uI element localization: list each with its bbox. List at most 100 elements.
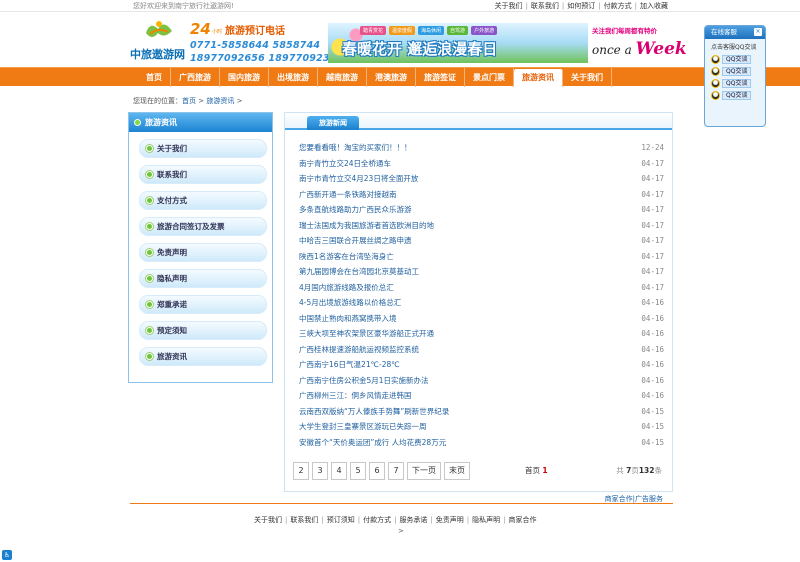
- news-item[interactable]: 瑞士法国成为我国旅游者首选欧洲目的地 04-17: [299, 218, 664, 234]
- footer-link-payment[interactable]: 付款方式: [363, 516, 391, 524]
- news-title-link[interactable]: 4月国内旅游线路及报价总汇: [299, 280, 394, 296]
- qq-contact-item[interactable]: QQ交谈: [711, 91, 765, 100]
- top-link-payment[interactable]: 付款方式: [604, 2, 632, 10]
- breadcrumb-home[interactable]: 首页: [182, 97, 196, 105]
- news-item[interactable]: 广西南宁16日气温21℃-28℃ 04-16: [299, 357, 664, 373]
- nav-item-guangxi[interactable]: 广西旅游: [171, 68, 220, 87]
- sidebar-item-promise[interactable]: 郑重承诺: [139, 295, 267, 314]
- news-title-link[interactable]: 中国禁止熟肉和燕窝携带入境: [299, 311, 397, 327]
- top-link-bookmark[interactable]: 加入收藏: [640, 2, 668, 10]
- news-item[interactable]: 您要看看哦！淘宝的买家们！！！ 12-24: [299, 140, 664, 156]
- nav-item-domestic[interactable]: 国内旅游: [220, 68, 269, 87]
- site-logo[interactable]: 中旅遨游网: [130, 19, 188, 63]
- page-link[interactable]: 3: [312, 462, 328, 480]
- news-item[interactable]: 云南西双版纳“万人傣族手势舞”刷新世界纪录 04-15: [299, 404, 664, 420]
- news-title-link[interactable]: 三峡大坝至神农架景区豪华游船正式开通: [299, 326, 434, 342]
- nav-item-about[interactable]: 关于我们: [563, 68, 612, 87]
- footer-link-contact[interactable]: 联系我们: [290, 516, 318, 524]
- qq-chat-button[interactable]: QQ交谈: [722, 55, 752, 64]
- news-item[interactable]: 安徽首个“天价奥运团”成行 人均花费28万元 04-15: [299, 435, 664, 451]
- news-item[interactable]: 中哈吉三国联合开展丝绸之路申遗 04-17: [299, 233, 664, 249]
- sidebar-item-about[interactable]: 关于我们: [139, 139, 267, 158]
- news-item[interactable]: 广西南宁住房公积金5月1日实施新办法 04-16: [299, 373, 664, 389]
- sidebar-item-contract[interactable]: 旅游合同签订及发票: [139, 217, 267, 236]
- top-link-contact[interactable]: 联系我们: [531, 2, 559, 10]
- page-link[interactable]: 5: [350, 462, 366, 480]
- news-title-link[interactable]: 南宁市青竹立交4月23日将全面开放: [299, 171, 418, 187]
- news-title-link[interactable]: 广西桂林提速游船航运视频监控系统: [299, 342, 419, 358]
- top-link-howto-book[interactable]: 如何预订: [567, 2, 595, 10]
- news-item[interactable]: 陕西1名游客在台湾坠海身亡 04-17: [299, 249, 664, 265]
- last-page-button[interactable]: 末页: [444, 462, 470, 480]
- sidebar-item-booking-notes[interactable]: 预定须知: [139, 321, 267, 340]
- news-item[interactable]: 大学生登封三皇寨景区游玩已失踪一周 04-15: [299, 419, 664, 435]
- news-title-link[interactable]: 第九届园博会在台湾园北京莫基动工: [299, 264, 419, 280]
- news-title-link[interactable]: 中哈吉三国联合开展丝绸之路申遗: [299, 233, 412, 249]
- accessibility-icon[interactable]: ♿: [2, 550, 12, 560]
- nav-item-home[interactable]: 首页: [138, 68, 171, 87]
- top-link-about[interactable]: 关于我们: [495, 2, 523, 10]
- news-title-link[interactable]: 广西南宁16日气温21℃-28℃: [299, 357, 400, 373]
- page-link[interactable]: 7: [388, 462, 404, 480]
- sidebar-item-disclaimer[interactable]: 免责声明: [139, 243, 267, 262]
- qq-chat-button[interactable]: QQ交谈: [722, 79, 752, 88]
- news-title-link[interactable]: 广西柳州三江：侗乡风情走进韩国: [299, 388, 412, 404]
- page-link[interactable]: 6: [369, 462, 385, 480]
- footer-link-disclaimer[interactable]: 免责声明: [436, 516, 464, 524]
- sidebar-item-privacy[interactable]: 隐私声明: [139, 269, 267, 288]
- news-item[interactable]: 广西桂林提速游船航运视频监控系统 04-16: [299, 342, 664, 358]
- qq-contact-item[interactable]: QQ交谈: [711, 79, 765, 88]
- news-title-link[interactable]: 瑞士法国成为我国旅游者首选欧洲目的地: [299, 218, 434, 234]
- news-item[interactable]: 广西柳州三江：侗乡风情走进韩国 04-16: [299, 388, 664, 404]
- nav-item-hk-macau[interactable]: 港澳旅游: [367, 68, 416, 87]
- nav-item-tickets[interactable]: 景点门票: [465, 68, 514, 87]
- news-title-link[interactable]: 广西南宁住房公积金5月1日实施新办法: [299, 373, 429, 389]
- spring-banner[interactable]: 踏青赏花 温泉度假 海岛休闲 自驾游 户外旅游 春暖花开 邂逅浪漫春日: [328, 23, 588, 63]
- sidebar-item-news[interactable]: 旅游资讯: [139, 347, 267, 366]
- news-item[interactable]: 4月国内旅游线路及报价总汇 04-17: [299, 280, 664, 296]
- page-link[interactable]: 2: [293, 462, 309, 480]
- news-item[interactable]: 广西新开通一条铁路对接越南 04-17: [299, 187, 664, 203]
- footer-link-booking-notes[interactable]: 预订须知: [327, 516, 355, 524]
- news-item[interactable]: 南宁青竹立交24日全桥通车 04-17: [299, 156, 664, 172]
- news-title-link[interactable]: 广西新开通一条铁路对接越南: [299, 187, 397, 203]
- first-page-link[interactable]: 首页: [525, 466, 540, 475]
- news-item[interactable]: 第九届园博会在台湾园北京莫基动工 04-17: [299, 264, 664, 280]
- sidebar-item-payment[interactable]: 支付方式: [139, 191, 267, 210]
- footer-link-service[interactable]: 服务承诺: [399, 516, 427, 524]
- sidebar-header: 旅游资讯: [129, 113, 272, 132]
- close-icon[interactable]: ×: [754, 28, 762, 36]
- qq-chat-button[interactable]: QQ交谈: [722, 67, 752, 76]
- news-title-link[interactable]: 安徽首个“天价奥运团”成行 人均花费28万元: [299, 435, 446, 451]
- tab-news[interactable]: 旅游新闻: [307, 116, 359, 130]
- news-title-link[interactable]: 云南西双版纳“万人傣族手势舞”刷新世界纪录: [299, 404, 449, 420]
- footer-link-about[interactable]: 关于我们: [254, 516, 282, 524]
- nav-item-vietnam[interactable]: 越南旅游: [318, 68, 367, 87]
- qq-chat-button[interactable]: QQ交谈: [722, 91, 752, 100]
- news-item[interactable]: 中国禁止熟肉和燕窝携带入境 04-16: [299, 311, 664, 327]
- news-title-link[interactable]: 大学生登封三皇寨景区游玩已失踪一周: [299, 419, 427, 435]
- qq-widget-header: 在线客服 ×: [705, 26, 765, 39]
- nav-item-news[interactable]: 旅游资讯: [514, 69, 563, 87]
- next-page-button[interactable]: 下一页: [407, 462, 441, 480]
- news-item[interactable]: 南宁市青竹立交4月23日将全面开放 04-17: [299, 171, 664, 187]
- news-title-link[interactable]: 多条直航线路助力广西民众乐游游: [299, 202, 412, 218]
- weekly-promo[interactable]: 关注我们每周都有特价 once a Week: [592, 25, 687, 65]
- sidebar-item-contact[interactable]: 联系我们: [139, 165, 267, 184]
- qq-contact-item[interactable]: QQ交谈: [711, 55, 765, 64]
- news-item[interactable]: 4-5月出境旅游线路以价格总汇 04-16: [299, 295, 664, 311]
- news-title-link[interactable]: 4-5月出境旅游线路以价格总汇: [299, 295, 401, 311]
- footer-link-privacy[interactable]: 隐私声明: [472, 516, 500, 524]
- qq-contact-item[interactable]: QQ交谈: [711, 67, 765, 76]
- news-item[interactable]: 多条直航线路助力广西民众乐游游 04-17: [299, 202, 664, 218]
- news-title-link[interactable]: 陕西1名游客在台湾坠海身亡: [299, 249, 394, 265]
- breadcrumb: 您现在的位置：首页 > 旅游资讯 >: [133, 96, 242, 106]
- page-link[interactable]: 4: [331, 462, 347, 480]
- footer-link-business[interactable]: 商家合作: [509, 516, 537, 524]
- news-item[interactable]: 三峡大坝至神农架景区豪华游船正式开通 04-16: [299, 326, 664, 342]
- nav-item-outbound[interactable]: 出境旅游: [269, 68, 318, 87]
- news-title-link[interactable]: 您要看看哦！淘宝的买家们！！！: [299, 140, 412, 156]
- nav-item-visa[interactable]: 旅游签证: [416, 68, 465, 87]
- breadcrumb-current[interactable]: 旅游资讯: [206, 97, 234, 105]
- news-title-link[interactable]: 南宁青竹立交24日全桥通车: [299, 156, 391, 172]
